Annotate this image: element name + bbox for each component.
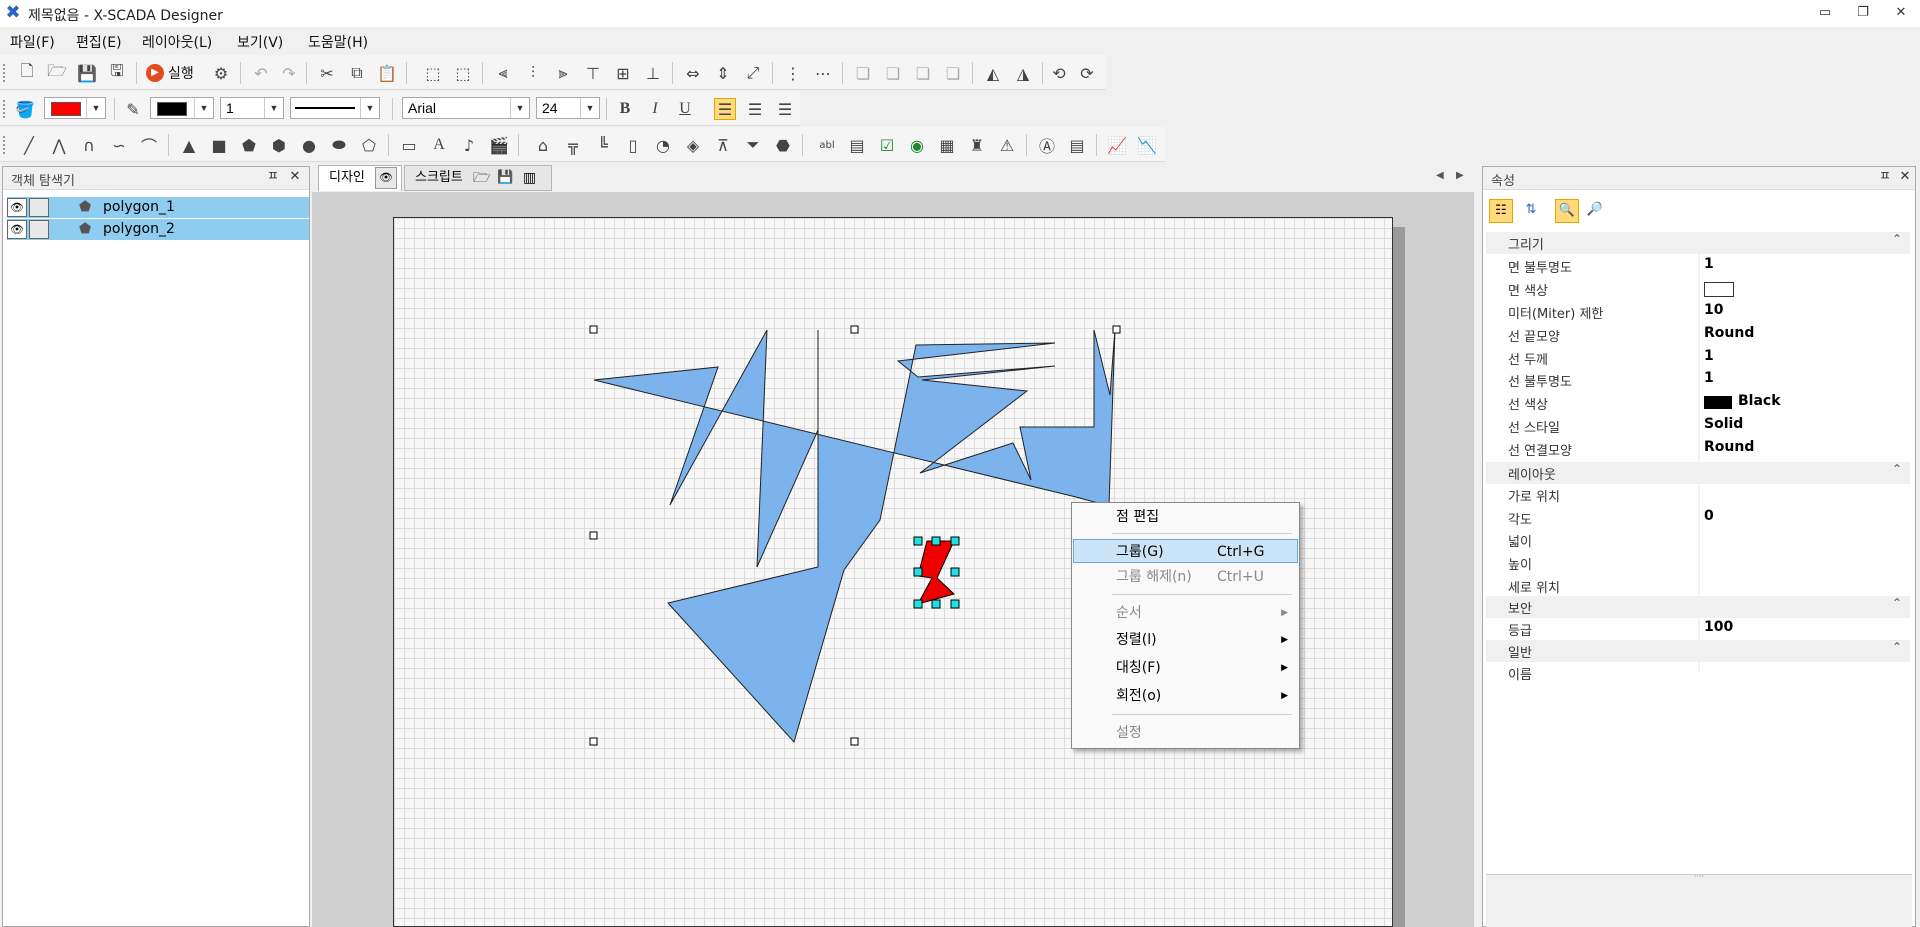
collapse-chevron-icon[interactable]: ⌃ — [1892, 596, 1902, 610]
category-label: 보안 — [1508, 602, 1532, 617]
property-name: 등급 — [1508, 624, 1532, 639]
properties-view-icon[interactable]: 🔍 — [1555, 199, 1579, 223]
menu-separator — [1112, 533, 1292, 534]
property-name: 면 색상 — [1508, 284, 1549, 299]
property-name: 미터(Miter) 제한 — [1508, 307, 1604, 322]
property-name: 면 불투명도 — [1508, 261, 1572, 276]
line-color-swatch[interactable] — [1704, 396, 1732, 409]
categorized-view-icon[interactable]: ☷ — [1489, 199, 1513, 223]
property-name: 세로 위치 — [1508, 581, 1560, 596]
property-category-layout[interactable]: 레이아웃 ⌃ — [1486, 462, 1910, 484]
context-menu-item-flip[interactable]: 대칭(F) ▶ — [1073, 656, 1298, 680]
context-menu-item-settings[interactable]: 설정 — [1073, 721, 1298, 745]
menu-separator — [1112, 714, 1292, 715]
submenu-arrow-icon: ▶ — [1281, 635, 1288, 645]
submenu-arrow-icon: ▶ — [1281, 663, 1288, 673]
category-label: 레이아웃 — [1508, 468, 1556, 483]
polygon-1-shape[interactable] — [593, 328, 1116, 743]
events-view-icon[interactable]: 🔎 — [1583, 199, 1607, 223]
property-value[interactable]: 1 — [1704, 370, 1714, 386]
menu-item-shortcut: Ctrl+U — [1217, 569, 1264, 585]
menu-item-label: 설정 — [1116, 725, 1142, 741]
property-value[interactable]: Round — [1704, 439, 1754, 455]
property-category-general[interactable]: 일반 ⌃ — [1486, 640, 1910, 662]
category-label: 그리기 — [1508, 238, 1544, 253]
menu-item-label: 순서 — [1116, 605, 1142, 621]
category-label: 일반 — [1508, 646, 1532, 661]
menu-item-label: 점 편집 — [1116, 509, 1160, 525]
menu-item-label: 회전(o) — [1116, 688, 1162, 704]
collapse-chevron-icon[interactable]: ⌃ — [1892, 640, 1902, 654]
menu-item-shortcut: Ctrl+G — [1217, 544, 1265, 560]
property-value[interactable]: 100 — [1704, 619, 1733, 635]
property-value[interactable]: 10 — [1704, 302, 1723, 318]
property-value[interactable]: Solid — [1704, 416, 1743, 432]
property-value[interactable]: Black — [1738, 393, 1781, 409]
menu-separator — [1112, 594, 1292, 595]
context-menu-item-rotate[interactable]: 회전(o) ▶ — [1073, 684, 1298, 708]
polygon-2-shape[interactable] — [917, 540, 955, 605]
property-name: 높이 — [1508, 558, 1532, 573]
context-menu: 점 편집 그룹(G) Ctrl+G 그룹 해제(n) Ctrl+U 순서 ▶ 정… — [1071, 502, 1300, 749]
properties-header: 속성 ㅍ ✕ — [1483, 167, 1915, 190]
context-menu-item-order[interactable]: 순서 ▶ — [1073, 601, 1298, 625]
context-menu-item-group[interactable]: 그룹(G) Ctrl+G — [1073, 539, 1298, 563]
collapse-chevron-icon[interactable]: ⌃ — [1892, 462, 1902, 476]
property-category-drawing[interactable]: 그리기 ⌃ — [1486, 232, 1910, 254]
property-name: 넓이 — [1508, 535, 1532, 550]
property-name: 가로 위치 — [1508, 490, 1560, 505]
property-value[interactable]: 1 — [1704, 348, 1714, 364]
property-category-security[interactable]: 보안 ⌃ — [1486, 596, 1910, 618]
property-name: 선 스타일 — [1508, 421, 1560, 436]
menu-item-label: 그룹(G) — [1116, 544, 1164, 560]
property-name: 각도 — [1508, 513, 1532, 528]
menu-item-label: 그룹 해제(n) — [1116, 569, 1192, 585]
context-menu-item-edit-points[interactable]: 점 편집 — [1073, 505, 1298, 529]
context-menu-item-align[interactable]: 정렬(l) ▶ — [1073, 628, 1298, 652]
property-name: 선 불투명도 — [1508, 375, 1572, 390]
alphabetical-sort-icon[interactable]: ⇅ — [1519, 199, 1543, 223]
fill-color-swatch[interactable] — [1704, 282, 1734, 297]
context-menu-item-ungroup[interactable]: 그룹 해제(n) Ctrl+U — [1073, 565, 1298, 589]
property-value[interactable]: 0 — [1704, 508, 1714, 524]
close-icon[interactable]: ✕ — [1897, 169, 1913, 185]
menu-item-label: 대칭(F) — [1116, 660, 1161, 676]
submenu-arrow-icon: ▶ — [1281, 691, 1288, 701]
property-name: 선 색상 — [1508, 398, 1549, 413]
menu-item-label: 정렬(l) — [1116, 632, 1157, 648]
properties-title: 속성 — [1491, 174, 1515, 189]
property-name: 선 두께 — [1508, 353, 1549, 368]
collapse-chevron-icon[interactable]: ⌃ — [1892, 232, 1902, 246]
property-description-area — [1486, 881, 1912, 927]
property-name: 선 끝모양 — [1508, 330, 1560, 345]
submenu-arrow-icon: ▶ — [1281, 608, 1288, 618]
property-name: 선 연결모양 — [1508, 444, 1572, 459]
property-name: 이름 — [1508, 668, 1532, 683]
property-value[interactable]: Round — [1704, 325, 1754, 341]
pin-icon[interactable]: ㅍ — [1877, 169, 1893, 185]
property-value[interactable]: 1 — [1704, 256, 1714, 272]
